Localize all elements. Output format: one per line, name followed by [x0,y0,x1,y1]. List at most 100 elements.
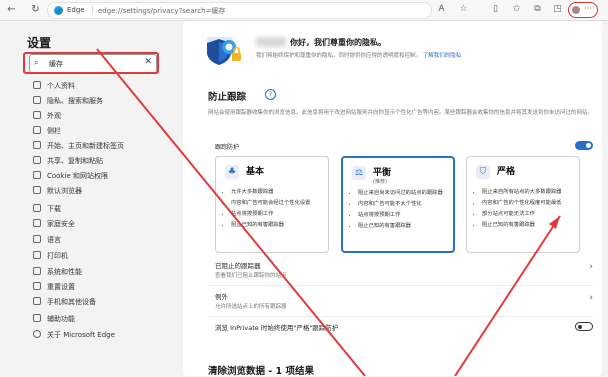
sidebar-item-devices[interactable]: 手机和其他设备 [33,296,168,308]
sidebar-item-label: Cookie 和网站权限 [47,172,108,180]
list-item: 阻止已知的有害跟踪器 [482,220,580,231]
refresh-icon[interactable]: ↻ [29,3,42,16]
clear-browsing-data-title: 清除浏览数据 - 1 项结果 [208,366,314,377]
url-separator: | [91,5,94,13]
browser-brand: Edge [67,6,85,14]
privacy-greeting: 你好，我们尊重你的隐私。 [290,38,386,47]
list-item: 阻止来自尚未访问过的站点的跟踪器 [358,188,456,199]
option-subtitle: (推荐) [373,179,387,185]
tracking-description: 网站会使用跟踪器收集你的浏览信息。此信息将用于改进网站服务并向你显示个性化广告等… [208,110,594,116]
privacy-shield-icon [207,37,241,65]
sidebar-item-languages[interactable]: 语言 [33,234,168,246]
settings-main: 你好，我们尊重你的隐私。 我们将始终保护和尊重你的隐私，同时提供你应得的透明度和… [170,21,608,377]
settings-sidebar: 设置 ⌕ 缓存 ✕ 个人资料 隐私、搜索和服务 外观 侧栏 开始、主页和新建标签… [0,21,170,376]
sidebar-item-label: 共享、复制和粘贴 [47,157,103,165]
phone-icon [33,297,41,305]
sidebar-item-system[interactable]: 系统和性能 [33,266,168,278]
list-item: 阻止来自所有站点的大多数跟踪器 [482,187,580,198]
sidebar-item-label: 家庭安全 [47,220,75,228]
edge-logo-icon [54,6,63,15]
accessibility-icon [33,314,41,322]
row-subtitle: 允许所选站点上的所有跟踪器 [215,304,287,310]
list-item: 内容和广告可能不太个性化 [358,199,456,210]
avatar [572,6,580,14]
sidebar-item-appearance[interactable]: 外观 [33,110,168,122]
list-item: 站点将按预期工作 [231,209,329,220]
sidebar-item-start-home[interactable]: 开始、主页和新建标签页 [33,140,168,152]
list-item: 内容和广告的个性化程度可能最低 [482,198,580,209]
annotation-highlight-box [23,52,159,74]
sidebar-item-label: 辅助功能 [47,315,75,323]
option-strict[interactable]: ⛉ 严格 阻止来自所有站点的大多数跟踪器 内容和广告的个性化程度可能最低 部分站… [466,156,580,253]
tracking-toggle-label: 跟踪防护 [215,144,240,151]
system-icon [33,267,41,275]
basic-icon: ♣ [225,165,239,179]
sidebar-item-label: 侧栏 [47,127,61,135]
option-title: 严格 [497,167,516,177]
list-item: 阻止已知的有害跟踪器 [231,220,329,231]
sidebar-item-reset[interactable]: 重置设置 [33,281,168,293]
inprivate-strict-toggle[interactable] [575,322,593,331]
sidebar-item-label: 下载 [47,205,61,213]
profile-button[interactable]: ··· [568,2,598,18]
sidebar-item-label: 系统和性能 [47,268,82,276]
language-icon [33,235,41,243]
option-title: 基本 [246,167,265,177]
sidebar-item-privacy[interactable]: 隐私、搜索和服务 [33,95,168,107]
divider [208,316,593,317]
more-icon[interactable]: ··· [584,4,592,13]
sidebar-item-family[interactable]: 家庭安全 [33,218,168,230]
list-item: 阻止已知的有害跟踪器 [358,221,456,232]
list-item: 部分站点可能无法工作 [482,209,580,220]
settings-title: 设置 [27,36,52,50]
sidebar-item-sidebar[interactable]: 侧栏 [33,125,168,137]
balance-icon: ⚖ [352,166,366,180]
share-icon [33,156,41,164]
privacy-link[interactable]: 了解我们的隐私 [423,53,462,59]
collections-icon[interactable]: ⧉ [532,4,543,15]
shield-strict-icon: ⛉ [476,165,490,179]
help-icon[interactable]: ? [265,89,276,100]
split-screen-icon[interactable]: ▯ [490,4,501,15]
divider [208,285,593,286]
sidebar-item-label: 重置设置 [47,283,75,291]
person-icon [33,81,41,89]
edge-icon [33,330,41,338]
option-bullets: 允许大多数跟踪器 内容和广告可能会经过个性化设置 站点将按预期工作 阻止已知的有… [221,187,329,231]
tracking-toggle-row: 跟踪防护 [208,139,593,153]
sidebar-item-about[interactable]: 关于 Microsoft Edge [33,329,168,341]
extensions-icon[interactable]: ◳ [552,4,563,15]
url-text[interactable]: edge://settings/privacy?search=缓存 [98,6,225,16]
back-icon[interactable]: ← [5,3,18,16]
sidebar-item-share[interactable]: 共享、复制和粘贴 [33,155,168,167]
sidebar-item-accessibility[interactable]: 辅助功能 [33,313,168,325]
sidebar-item-profile[interactable]: 个人资料 [33,80,168,92]
sidebar-item-label: 语言 [47,236,61,244]
browser-toolbar: ← ↻ Edge | edge://settings/privacy?searc… [0,0,608,21]
inprivate-strict-row: 浏览 InPrivate 时始终使用"严格"跟踪防护 [208,322,593,336]
blurred-username [256,37,286,47]
favorite-star-icon[interactable]: ☆ [458,4,469,15]
option-basic[interactable]: ♣ 基本 允许大多数跟踪器 内容和广告可能会经过个性化设置 站点将按预期工作 阻… [215,156,329,253]
printer-icon [33,251,41,259]
sidebar-item-default-browser[interactable]: 默认浏览器 [33,185,168,197]
palette-icon [33,111,41,119]
sidebar-item-downloads[interactable]: 下载 [33,203,168,215]
sidebar-item-label: 隐私、搜索和服务 [47,97,103,105]
option-balanced[interactable]: ⚖ 平衡 (推荐) 阻止来自尚未访问过的站点的跟踪器 内容和广告可能不太个性化 … [341,156,455,253]
address-bar[interactable]: Edge | edge://settings/privacy?search=缓存 [47,2,432,19]
sidebar-item-printers[interactable]: 打印机 [33,250,168,262]
list-item: 允许大多数跟踪器 [231,187,329,198]
sidebar-item-cookies[interactable]: Cookie 和网站权限 [33,170,168,182]
read-aloud-icon[interactable]: A [436,4,447,15]
tracking-toggle[interactable] [575,141,593,150]
family-icon [33,219,41,227]
privacy-description-text: 我们将始终保护和尊重你的隐私，同时提供你应得的透明度和控制。 [256,53,422,59]
privacy-card: 你好，我们尊重你的隐私。 我们将始终保护和尊重你的隐私，同时提供你应得的透明度和… [183,21,602,377]
browser-icon [33,186,41,194]
blocked-trackers-row[interactable]: 已阻止的跟踪器 查看我们已阻止跟踪你的站点 › [208,260,593,282]
option-bullets: 阻止来自尚未访问过的站点的跟踪器 内容和广告可能不太个性化 站点将按预期工作 阻… [348,188,456,232]
exceptions-row[interactable]: 例外 允许所选站点上的所有跟踪器 › [208,291,593,313]
favorites-icon[interactable]: ✩ [511,4,522,15]
cookie-icon [33,171,41,179]
